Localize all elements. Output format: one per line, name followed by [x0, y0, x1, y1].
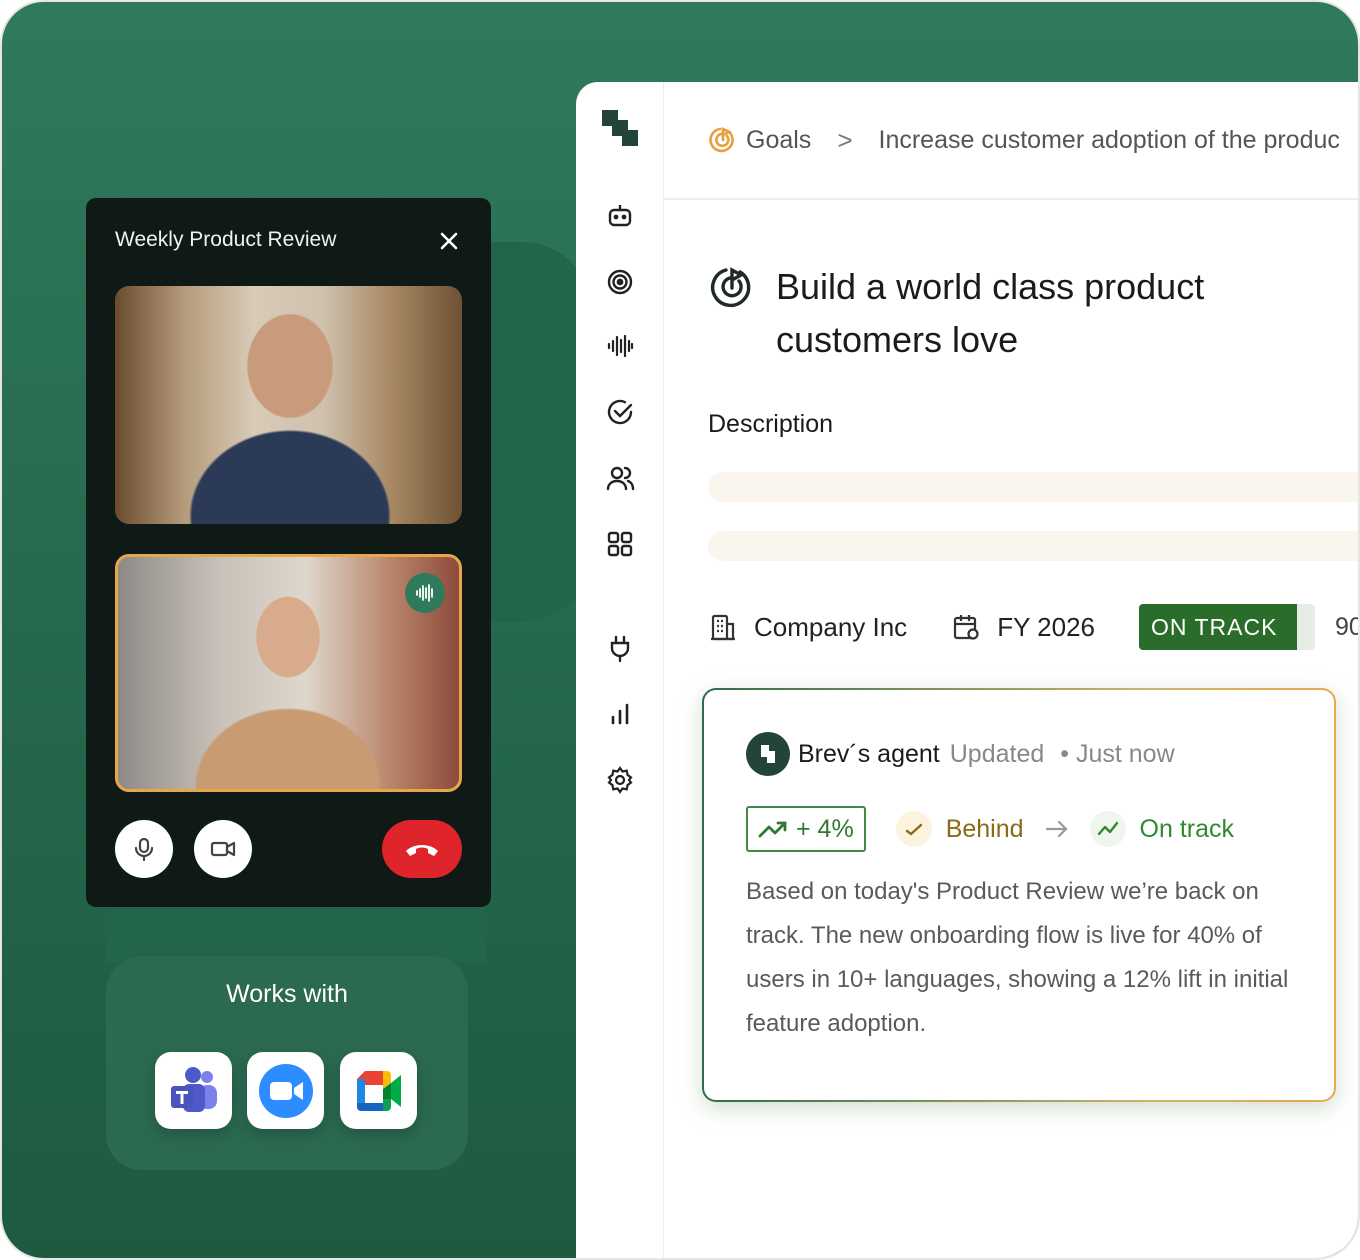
- settings-gear-icon[interactable]: [604, 764, 636, 796]
- teams-icon[interactable]: [155, 1052, 232, 1129]
- breadcrumb-current[interactable]: Increase customer adoption of the produc: [879, 126, 1340, 155]
- speaking-indicator-icon: [405, 573, 445, 613]
- agent-update-card: Brev´s agent Updated • Just now + 4% Beh…: [702, 688, 1336, 1102]
- current-status: On track: [1089, 811, 1235, 847]
- company-name: Company Inc: [754, 611, 908, 642]
- microphone-button[interactable]: [115, 820, 173, 878]
- status-remainder: [1297, 604, 1316, 650]
- description-label: Description: [708, 410, 834, 438]
- app-frame: Goals > Increase customer adoption of th…: [0, 0, 1360, 1260]
- current-status-label: On track: [1139, 814, 1235, 843]
- goal-title: Build a world class product customers lo…: [776, 260, 1336, 366]
- close-icon[interactable]: [438, 230, 460, 252]
- update-action: Updated: [949, 739, 1045, 768]
- status-fill: ON TRACK: [1139, 604, 1298, 650]
- bot-icon[interactable]: [604, 200, 636, 232]
- fiscal-year-value: FY 2026: [997, 611, 1096, 642]
- video-call-panel: Weekly Product Review: [86, 198, 491, 907]
- apps-grid-icon[interactable]: [604, 528, 636, 560]
- sidebar-rail: [576, 82, 664, 1258]
- hang-up-button[interactable]: [382, 820, 462, 878]
- breadcrumb: Goals > Increase customer adoption of th…: [664, 82, 1358, 200]
- phone-hang-up-icon: [406, 845, 438, 856]
- zoom-icon[interactable]: [247, 1052, 324, 1129]
- calendar-icon: [954, 615, 979, 640]
- goal-meta-row: Company Inc FY 2026 ON TRACK 90: [708, 604, 1358, 650]
- agent-name[interactable]: Brev´s agent: [798, 740, 940, 769]
- target-icon[interactable]: [604, 266, 636, 298]
- update-body-text: Based on today's Product Review we’re ba…: [746, 878, 1289, 1037]
- previous-status-label: Behind: [945, 814, 1024, 843]
- behind-icon: [895, 811, 932, 847]
- update-time: • Just now: [1060, 739, 1175, 768]
- building-icon: [711, 614, 735, 641]
- agent-header: Brev´s agent Updated • Just now: [746, 732, 1175, 776]
- plug-icon[interactable]: [604, 632, 636, 664]
- participant-video[interactable]: [115, 286, 462, 524]
- call-title: Weekly Product Review: [115, 228, 337, 251]
- users-icon[interactable]: [604, 462, 636, 494]
- goal-app-panel: Goals > Increase customer adoption of th…: [576, 82, 1358, 1258]
- check-circle-icon[interactable]: [604, 396, 636, 428]
- active-speaker-video[interactable]: [115, 554, 462, 792]
- bar-chart-icon[interactable]: [604, 698, 636, 730]
- description-placeholder-line: [708, 531, 1358, 561]
- google-meet-icon[interactable]: [340, 1052, 417, 1129]
- agent-avatar-icon: [746, 732, 790, 776]
- on-track-icon: [1089, 811, 1126, 847]
- status-badge[interactable]: ON TRACK: [1139, 604, 1316, 650]
- app-logo-icon[interactable]: [598, 104, 642, 148]
- goal-title-line: customers love: [776, 319, 1019, 360]
- previous-status: Behind: [895, 811, 1024, 847]
- trend-up-icon: [758, 821, 787, 838]
- delta-value: + 4%: [796, 814, 854, 843]
- works-with-title: Works with: [226, 980, 348, 1008]
- breadcrumb-separator: >: [837, 124, 853, 155]
- video-camera-icon: [210, 841, 236, 857]
- breadcrumb-goals-link[interactable]: Goals: [746, 126, 811, 155]
- fiscal-year-field[interactable]: FY 2026: [951, 612, 1095, 643]
- arrow-right-icon: [1045, 820, 1068, 838]
- goal-icon: [710, 267, 751, 308]
- progress-percent: 90: [1335, 612, 1358, 641]
- microphone-icon: [134, 837, 154, 862]
- camera-button[interactable]: [194, 820, 252, 878]
- goals-icon: [709, 126, 734, 153]
- company-field[interactable]: Company Inc: [708, 612, 907, 643]
- goal-title-line: Build a world class product: [776, 266, 1205, 307]
- delta-badge: + 4%: [746, 806, 866, 852]
- works-with-panel: Works with: [106, 956, 468, 1170]
- audio-wave-icon[interactable]: [604, 330, 636, 362]
- trend-row: + 4% Behind On track: [746, 806, 1234, 852]
- description-placeholder-line: [708, 472, 1358, 502]
